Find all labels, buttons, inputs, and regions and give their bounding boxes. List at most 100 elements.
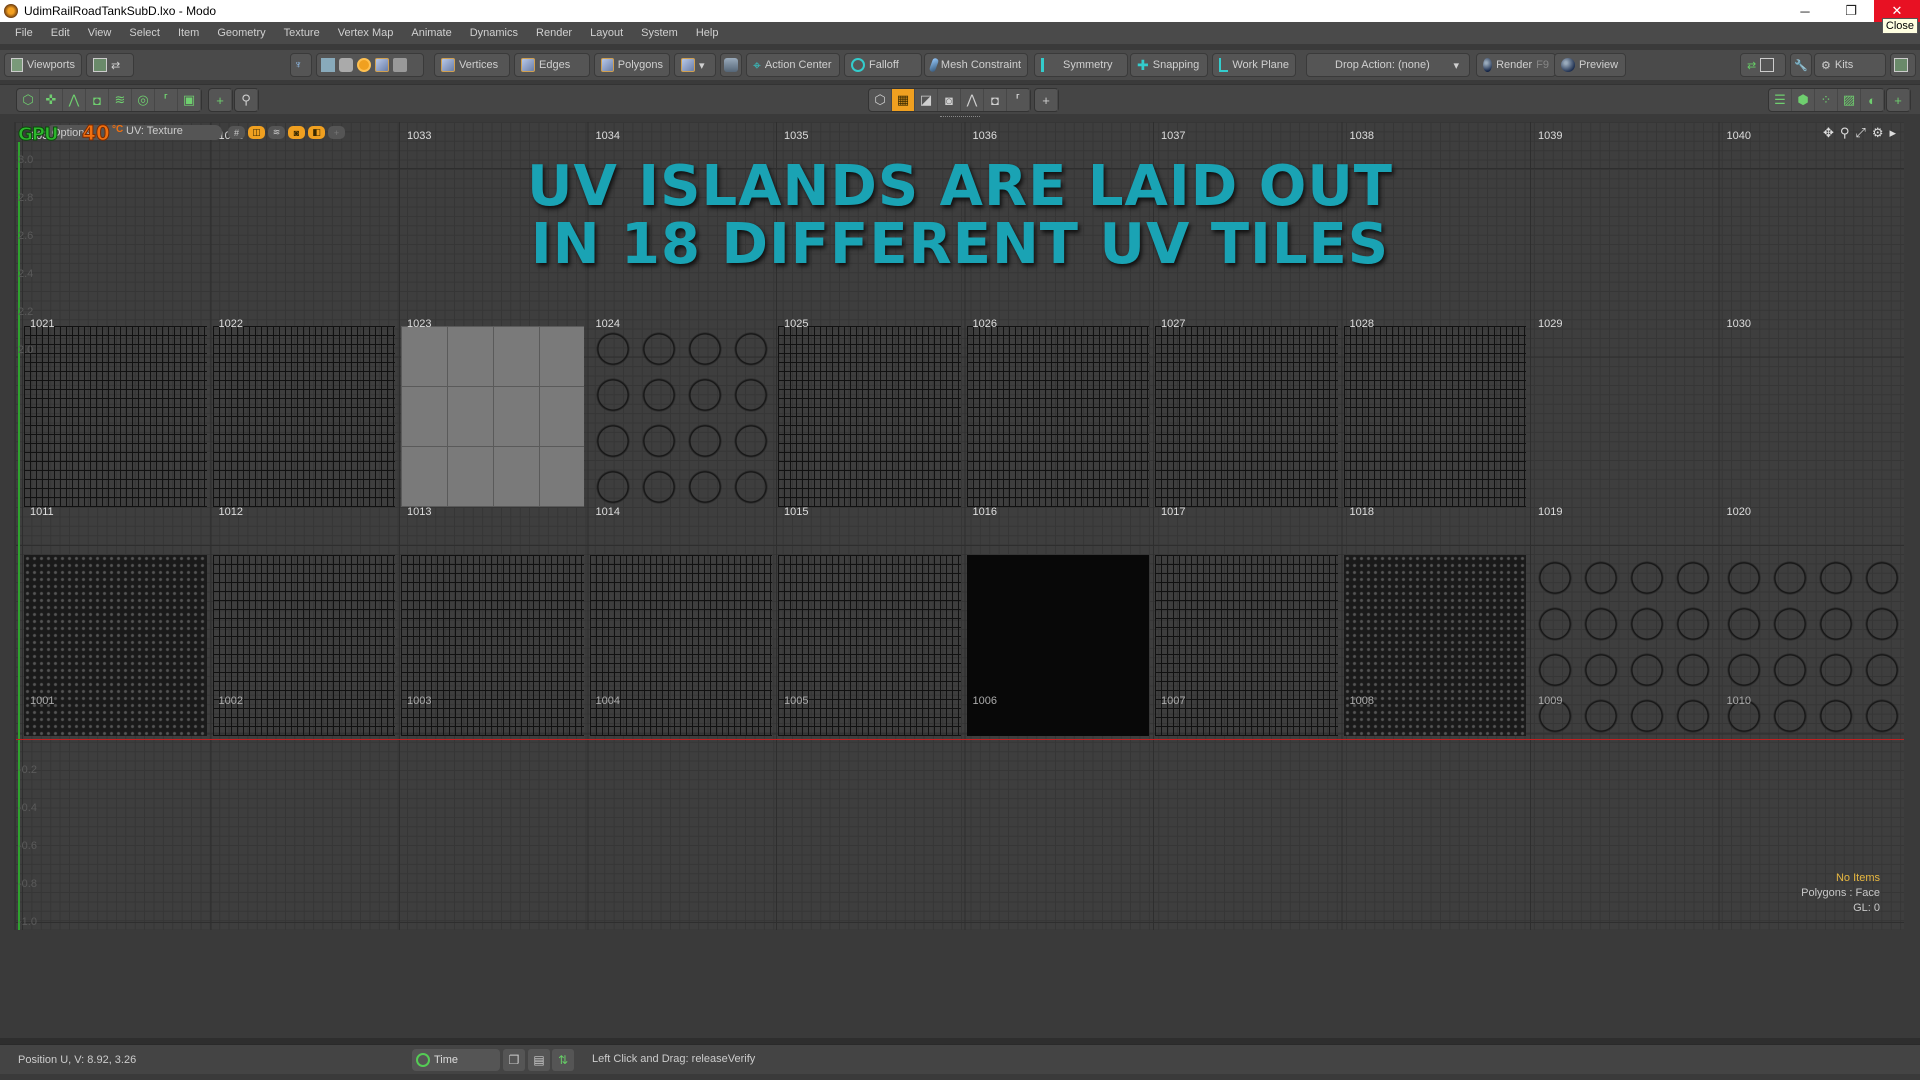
layers-icon[interactable]: ⬢: [1792, 89, 1815, 111]
add-icon[interactable]: +: [209, 89, 232, 111]
render-view-icon[interactable]: ◎: [132, 89, 155, 111]
add-icon[interactable]: +: [1035, 89, 1058, 111]
transform-shield-button[interactable]: [720, 53, 742, 77]
uv-tile-1010[interactable]: [1720, 555, 1903, 736]
cube-view-icon[interactable]: ⬡: [17, 89, 40, 111]
schematic-view-icon[interactable]: ≋: [109, 89, 132, 111]
list-icon[interactable]: ☰: [1769, 89, 1792, 111]
menu-dynamics[interactable]: Dynamics: [461, 27, 527, 39]
work-plane-button[interactable]: Work Plane: [1212, 53, 1296, 77]
settings-gear-icon[interactable]: ⚙: [1872, 125, 1884, 141]
graph-icon[interactable]: ⋀: [961, 89, 984, 111]
menu-help[interactable]: Help: [687, 27, 728, 39]
uv-view-icon[interactable]: ✜: [40, 89, 63, 111]
restore-button[interactable]: ❐: [1828, 0, 1874, 22]
menu-system[interactable]: System: [632, 27, 687, 39]
grid-toggle-icon[interactable]: #: [228, 126, 245, 139]
item-select-icon[interactable]: [321, 58, 335, 72]
image-icon[interactable]: ▨: [1838, 89, 1861, 111]
menu-geometry[interactable]: Geometry: [208, 27, 274, 39]
vertices-button[interactable]: Vertices: [434, 53, 510, 77]
menu-select[interactable]: Select: [120, 27, 169, 39]
menu-vertex-map[interactable]: Vertex Map: [329, 27, 403, 39]
pan-icon[interactable]: ✥: [1823, 125, 1834, 141]
uv-tile-1014[interactable]: [589, 326, 772, 507]
pivot-icon[interactable]: [339, 58, 353, 72]
3d-cube-icon[interactable]: ⬡: [869, 89, 892, 111]
falloff-button[interactable]: Falloff: [844, 53, 922, 77]
preview-view-icon[interactable]: ▣: [178, 89, 201, 111]
menu-animate[interactable]: Animate: [402, 27, 460, 39]
menu-edit[interactable]: Edit: [42, 27, 79, 39]
uv-tile-1013[interactable]: [401, 326, 584, 507]
uv-tile-1007[interactable]: [1155, 555, 1338, 736]
uv-tile-1006[interactable]: [966, 555, 1149, 736]
wrench-icon[interactable]: ⚲: [235, 89, 258, 111]
frame-icon[interactable]: ⸢: [1007, 89, 1030, 111]
uv-viewport[interactable]: Options... GPU 40 °C UV: Texture # ◫ ≋ ◙…: [14, 122, 1904, 930]
vertex-mode-cube-icon[interactable]: [375, 58, 389, 72]
graph-view-icon[interactable]: ⋀: [63, 89, 86, 111]
texture-view-icon[interactable]: ◪: [915, 89, 938, 111]
edges-button[interactable]: Edges: [514, 53, 590, 77]
uv-tile-1015[interactable]: [778, 326, 961, 507]
frame-view-icon[interactable]: ⸢: [155, 89, 178, 111]
camera-icon[interactable]: ◘: [984, 89, 1007, 111]
uv-tile-1016[interactable]: [966, 326, 1149, 507]
timeline-panel-icon[interactable]: ▤: [528, 1049, 550, 1071]
preview-button[interactable]: Preview: [1554, 53, 1626, 77]
menu-texture[interactable]: Texture: [275, 27, 329, 39]
symmetry-button[interactable]: Symmetry: [1034, 53, 1128, 77]
viewport-toggle-group[interactable]: ⇄: [86, 53, 134, 77]
uv-tile-1002[interactable]: [212, 555, 395, 736]
component-mode-dropdown[interactable]: ▾: [674, 53, 716, 77]
viewports-button[interactable]: Viewports: [4, 53, 82, 77]
wire-toggle-icon[interactable]: ≋: [268, 126, 285, 139]
minimize-button[interactable]: ─: [1782, 0, 1828, 22]
uv-tile-1009[interactable]: [1532, 555, 1715, 736]
uv-grid-icon[interactable]: ▦: [892, 89, 915, 111]
layout-copy-icon[interactable]: ❐: [503, 1049, 525, 1071]
uv-tile-1001[interactable]: [24, 555, 207, 736]
mesh-constraint-button[interactable]: Mesh Constraint: [924, 53, 1028, 77]
uv-tile-1011[interactable]: [24, 326, 207, 507]
tools-button[interactable]: 🔧: [1790, 53, 1812, 77]
fit-icon[interactable]: ⤢: [1855, 125, 1865, 141]
action-center-button[interactable]: ⌖ Action Center: [746, 53, 840, 77]
menu-view[interactable]: View: [79, 27, 121, 39]
snapping-button[interactable]: ✚ Snapping: [1130, 53, 1208, 77]
panel-toggle-button[interactable]: [1890, 53, 1916, 77]
uv-tile-1018[interactable]: [1343, 326, 1526, 507]
uv-tile-1005[interactable]: [778, 555, 961, 736]
solid-cube-icon[interactable]: [393, 58, 407, 72]
menu-file[interactable]: File: [6, 27, 42, 39]
uv-tile-1003[interactable]: [401, 555, 584, 736]
skeleton-tool-button[interactable]: ♆: [290, 53, 312, 77]
time-button[interactable]: Time: [412, 1049, 500, 1071]
menu-item[interactable]: Item: [169, 27, 208, 39]
uv-tile-1008[interactable]: [1343, 555, 1526, 736]
uv-tile-1004[interactable]: [589, 555, 772, 736]
item-view-icon[interactable]: ◙: [938, 89, 961, 111]
layout-switch-group[interactable]: ⇄: [1740, 53, 1786, 77]
overlap-toggle-icon[interactable]: ◧: [308, 126, 325, 139]
material-mode-icon[interactable]: [357, 58, 371, 72]
expand-arrow-icon[interactable]: ▸: [1889, 125, 1896, 141]
menu-layout[interactable]: Layout: [581, 27, 632, 39]
menu-render[interactable]: Render: [527, 27, 581, 39]
polygons-button[interactable]: Polygons: [594, 53, 670, 77]
uv-tile-1012[interactable]: [212, 326, 395, 507]
kits-button[interactable]: ⚙ Kits: [1814, 53, 1886, 77]
panel-resize-handle[interactable]: [940, 116, 980, 120]
add-icon[interactable]: +: [1887, 89, 1910, 111]
expand-vertical-icon[interactable]: ⇅: [552, 1049, 574, 1071]
drop-action-select[interactable]: Drop Action: (none) ▾: [1306, 53, 1470, 77]
texture-toggle-icon[interactable]: ◙: [288, 126, 305, 139]
add-option-icon[interactable]: +: [328, 126, 345, 139]
camera-view-icon[interactable]: ◘: [86, 89, 109, 111]
render-button[interactable]: Render F9: [1476, 53, 1556, 77]
uv-tile-1017[interactable]: [1155, 326, 1338, 507]
zoom-icon[interactable]: ⚲: [1840, 125, 1850, 141]
dots-icon[interactable]: ⁘: [1815, 89, 1838, 111]
channels-icon[interactable]: ◐: [1861, 89, 1884, 111]
